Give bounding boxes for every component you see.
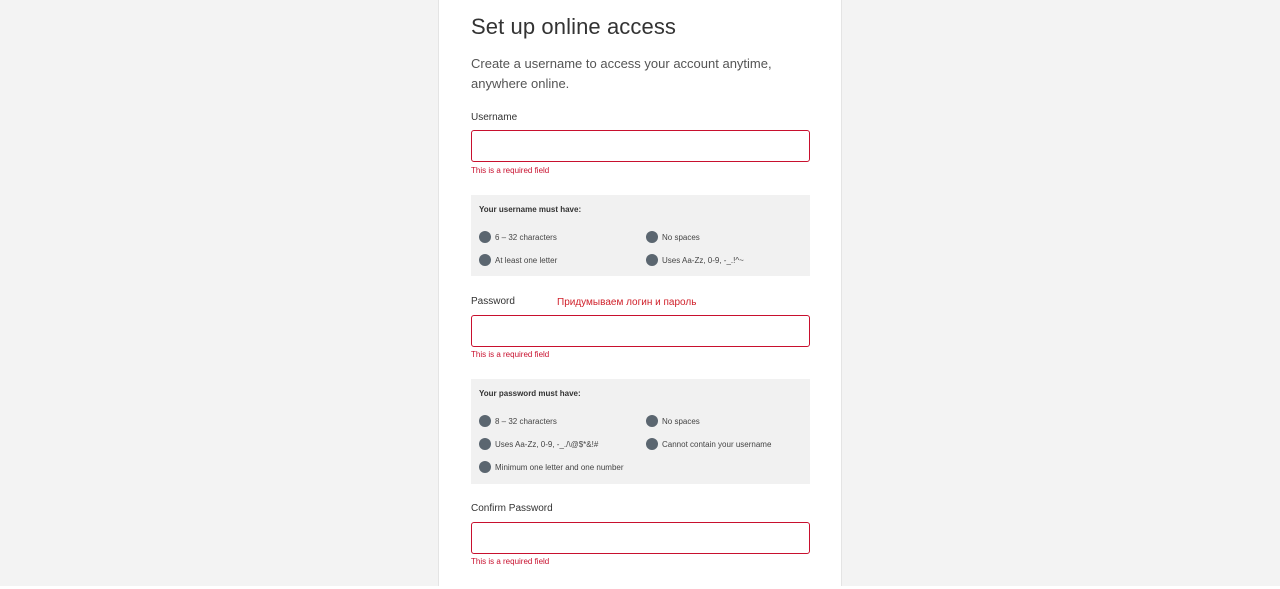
password-rule-no-spaces: No spaces [646, 415, 700, 427]
username-label: Username [471, 112, 518, 123]
password-rules-title: Your password must have: [479, 389, 581, 398]
circle-icon [479, 461, 491, 473]
circle-icon [479, 415, 491, 427]
username-input[interactable] [471, 130, 810, 162]
confirm-password-input[interactable] [471, 522, 810, 554]
page-title: Set up online access [471, 14, 677, 39]
username-rules-title: Your username must have: [479, 205, 582, 214]
annotation-text: Придумываем логин и пароль [557, 297, 697, 308]
circle-icon [646, 438, 658, 450]
circle-icon [646, 254, 658, 266]
page-subtitle: Create a username to access your account… [471, 56, 772, 91]
circle-icon [646, 231, 658, 243]
password-rule-no-username: Cannot contain your username [646, 438, 771, 450]
password-rule-length: 8 – 32 characters [479, 415, 557, 427]
setup-form-card: Set up online access Create a username t… [438, 0, 842, 586]
circle-icon [479, 438, 491, 450]
username-rules-box: Your username must have: 6 – 32 characte… [471, 195, 810, 276]
password-rule-letter-number: Minimum one letter and one number [479, 461, 624, 473]
password-input[interactable] [471, 315, 810, 347]
confirm-password-error: This is a required field [471, 557, 550, 566]
circle-icon [479, 254, 491, 266]
circle-icon [646, 415, 658, 427]
password-error: This is a required field [471, 350, 550, 359]
username-rule-no-spaces: No spaces [646, 231, 700, 243]
username-rule-charset: Uses Aa-Zz, 0-9, -_.!^~ [646, 254, 744, 266]
confirm-password-label: Confirm Password [471, 503, 553, 514]
username-error: This is a required field [471, 166, 550, 175]
password-rule-charset: Uses Aa-Zz, 0-9, -_./\@$*&!# [479, 438, 598, 450]
username-rule-letter: At least one letter [479, 254, 557, 266]
circle-icon [479, 231, 491, 243]
username-rule-length: 6 – 32 characters [479, 231, 557, 243]
password-label: Password [471, 296, 515, 307]
password-rules-box: Your password must have: 8 – 32 characte… [471, 379, 810, 484]
